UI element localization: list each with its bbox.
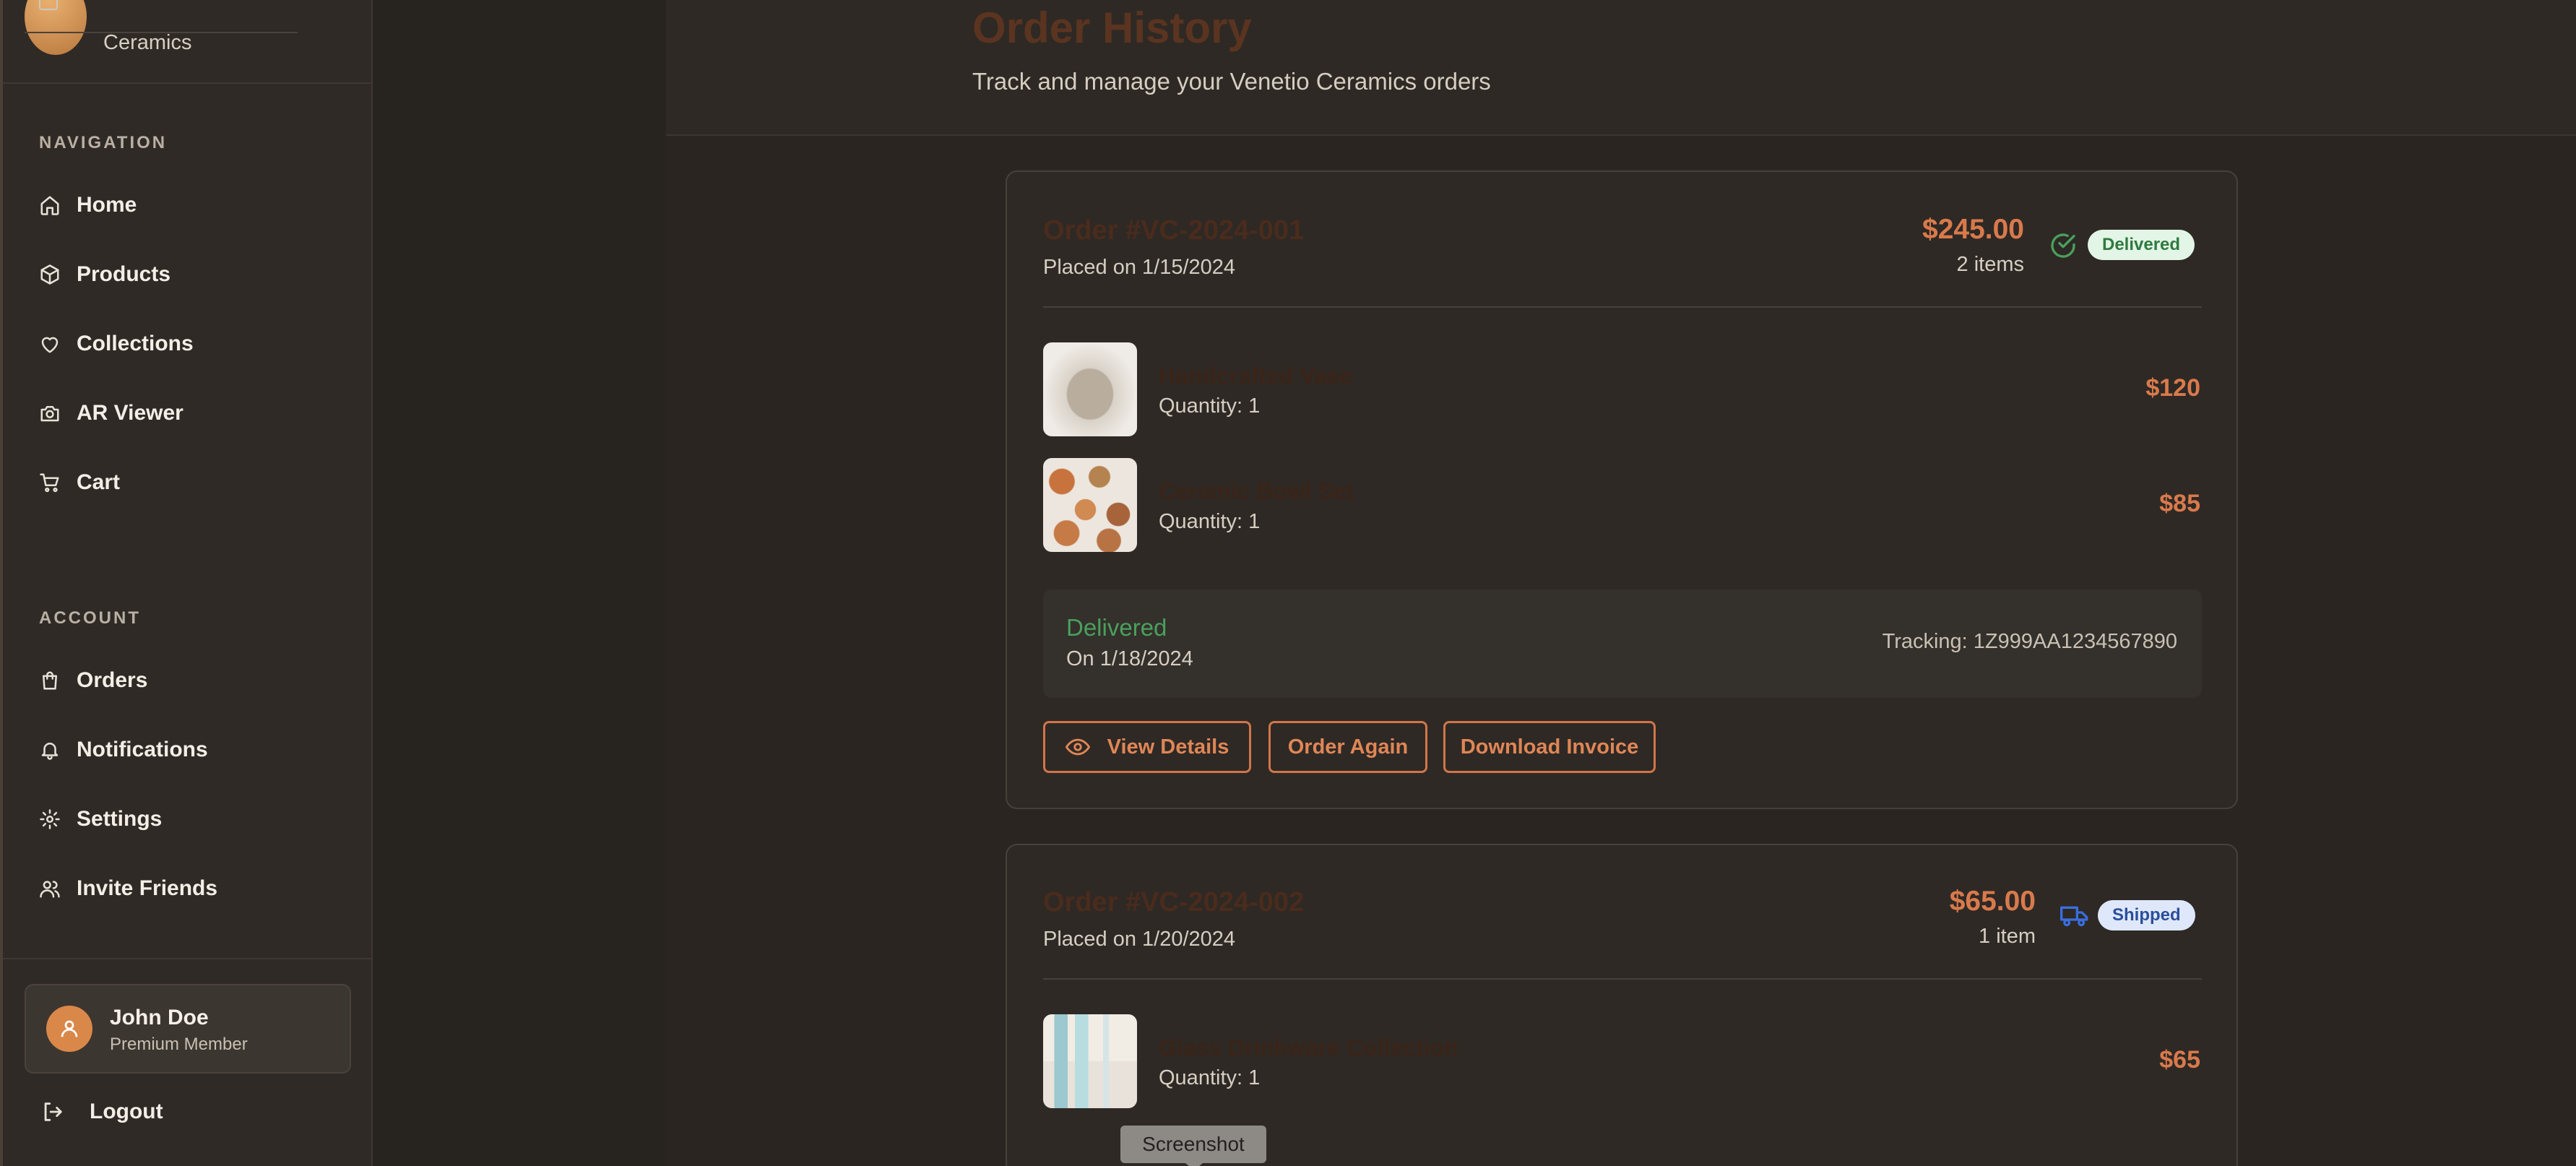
nav-label: Home	[77, 193, 137, 217]
sidebar: Ceramics NAVIGATION Home Products Collec…	[0, 0, 373, 1166]
product-image-glassware[interactable]	[1043, 1014, 1137, 1108]
user-icon	[61, 1020, 78, 1037]
item-name: Ceramic Bowl Set	[1159, 478, 1354, 504]
account-section-label: ACCOUNT	[39, 608, 141, 628]
box-icon	[40, 264, 59, 285]
check-circle-icon	[2051, 233, 2075, 258]
logout-button[interactable]: Logout	[40, 1100, 163, 1124]
nav-label: Invite Friends	[77, 876, 218, 900]
order-id: Order #VC-2024-001	[1043, 215, 1305, 246]
content-gutter	[373, 0, 666, 1166]
item-quantity: Quantity: 1	[1159, 1066, 1261, 1089]
item-price: $120	[2145, 374, 2200, 402]
item-name: Glass Drinkware Collection	[1159, 1035, 1458, 1061]
delivery-info-panel: Delivered On 1/18/2024 Tracking: 1Z999AA…	[1043, 590, 2202, 698]
screenshot-tooltip: Screenshot	[1120, 1126, 1266, 1163]
item-name: Handcrafted Vase	[1159, 363, 1353, 389]
download-invoice-label: Download Invoice	[1460, 735, 1639, 759]
status-badge: Shipped	[2098, 900, 2195, 930]
nav-label: AR Viewer	[77, 401, 183, 425]
order-card: Order #VC-2024-002 Placed on 1/20/2024 $…	[1006, 844, 2238, 1166]
nav-item-collections[interactable]: Collections	[36, 322, 354, 366]
order-item-count: 2 items	[1956, 253, 2024, 276]
nav-label: Products	[77, 262, 171, 286]
avatar	[46, 1006, 92, 1052]
product-image-bowls[interactable]	[1043, 458, 1137, 552]
sidebar-footer-divider	[3, 958, 373, 959]
eye-icon	[1065, 738, 1090, 756]
user-role: Premium Member	[110, 1035, 248, 1054]
order-total: $245.00	[1922, 214, 2024, 245]
product-image-vase[interactable]	[1043, 342, 1137, 436]
item-price: $85	[2159, 490, 2200, 517]
home-icon	[40, 196, 59, 215]
card-divider	[1043, 978, 2202, 980]
nav-label: Orders	[77, 668, 148, 692]
nav-item-cart[interactable]: Cart	[36, 461, 354, 504]
page-title: Order History	[972, 4, 1252, 52]
order-again-button[interactable]: Order Again	[1268, 721, 1427, 773]
cart-icon	[40, 473, 59, 493]
users-icon	[40, 881, 60, 898]
logout-label: Logout	[90, 1100, 163, 1123]
item-quantity: Quantity: 1	[1159, 510, 1261, 533]
item-quantity: Quantity: 1	[1159, 394, 1261, 418]
card-divider	[1043, 306, 2202, 308]
nav-item-notifications[interactable]: Notifications	[36, 728, 354, 772]
tooltip-arrow	[1185, 1163, 1203, 1166]
nav-item-ar-viewer[interactable]: AR Viewer	[36, 392, 354, 435]
nav-label: Cart	[77, 470, 121, 494]
order-card: Order #VC-2024-001 Placed on 1/15/2024 $…	[1006, 170, 2238, 809]
nav-label: Collections	[77, 332, 194, 355]
order-again-label: Order Again	[1287, 735, 1409, 759]
view-details-label: View Details	[1107, 735, 1229, 759]
shopping-bag-icon	[43, 671, 57, 690]
nav-item-home[interactable]: Home	[36, 183, 354, 227]
view-details-button[interactable]: View Details	[1043, 721, 1251, 773]
page-subtitle: Track and manage your Venetio Ceramics o…	[972, 68, 1491, 95]
bell-icon	[41, 743, 59, 760]
delivery-date: On 1/18/2024	[1066, 647, 1193, 670]
tracking-number: Tracking: 1Z999AA1234567890	[1882, 630, 2177, 653]
order-item-count: 1 item	[1979, 925, 2036, 948]
order-date: Placed on 1/15/2024	[1043, 256, 1236, 279]
nav-item-products[interactable]: Products	[36, 253, 354, 296]
delivery-status: Delivered	[1066, 614, 1167, 641]
truck-icon	[2060, 906, 2088, 927]
page-header: Order History Track and manage your Vene…	[666, 0, 2576, 136]
nav-item-orders[interactable]: Orders	[36, 659, 354, 702]
order-id: Order #VC-2024-002	[1043, 887, 1305, 917]
item-price: $65	[2159, 1046, 2200, 1074]
order-total: $65.00	[1949, 886, 2036, 917]
brand-header: Ceramics	[3, 0, 373, 84]
brand-name: Ceramics	[103, 31, 192, 54]
nav-item-invite-friends[interactable]: Invite Friends	[36, 867, 354, 910]
order-date: Placed on 1/20/2024	[1043, 928, 1236, 951]
camera-icon	[40, 406, 59, 422]
nav-label: Notifications	[77, 738, 208, 761]
main-content: Order History Track and manage your Vene…	[666, 0, 2576, 1166]
navigation-section-label: NAVIGATION	[39, 133, 168, 152]
download-invoice-button[interactable]: Download Invoice	[1443, 721, 1656, 773]
nav-label: Settings	[77, 807, 163, 831]
user-name: John Doe	[110, 1006, 209, 1029]
gear-icon	[40, 809, 60, 829]
logout-icon	[44, 1102, 62, 1121]
status-badge: Delivered	[2088, 230, 2195, 260]
sidebar-toggle-icon[interactable]	[39, 0, 58, 10]
heart-icon	[41, 337, 59, 353]
user-profile-card[interactable]: John Doe Premium Member	[25, 984, 351, 1074]
nav-item-settings[interactable]: Settings	[36, 798, 354, 841]
